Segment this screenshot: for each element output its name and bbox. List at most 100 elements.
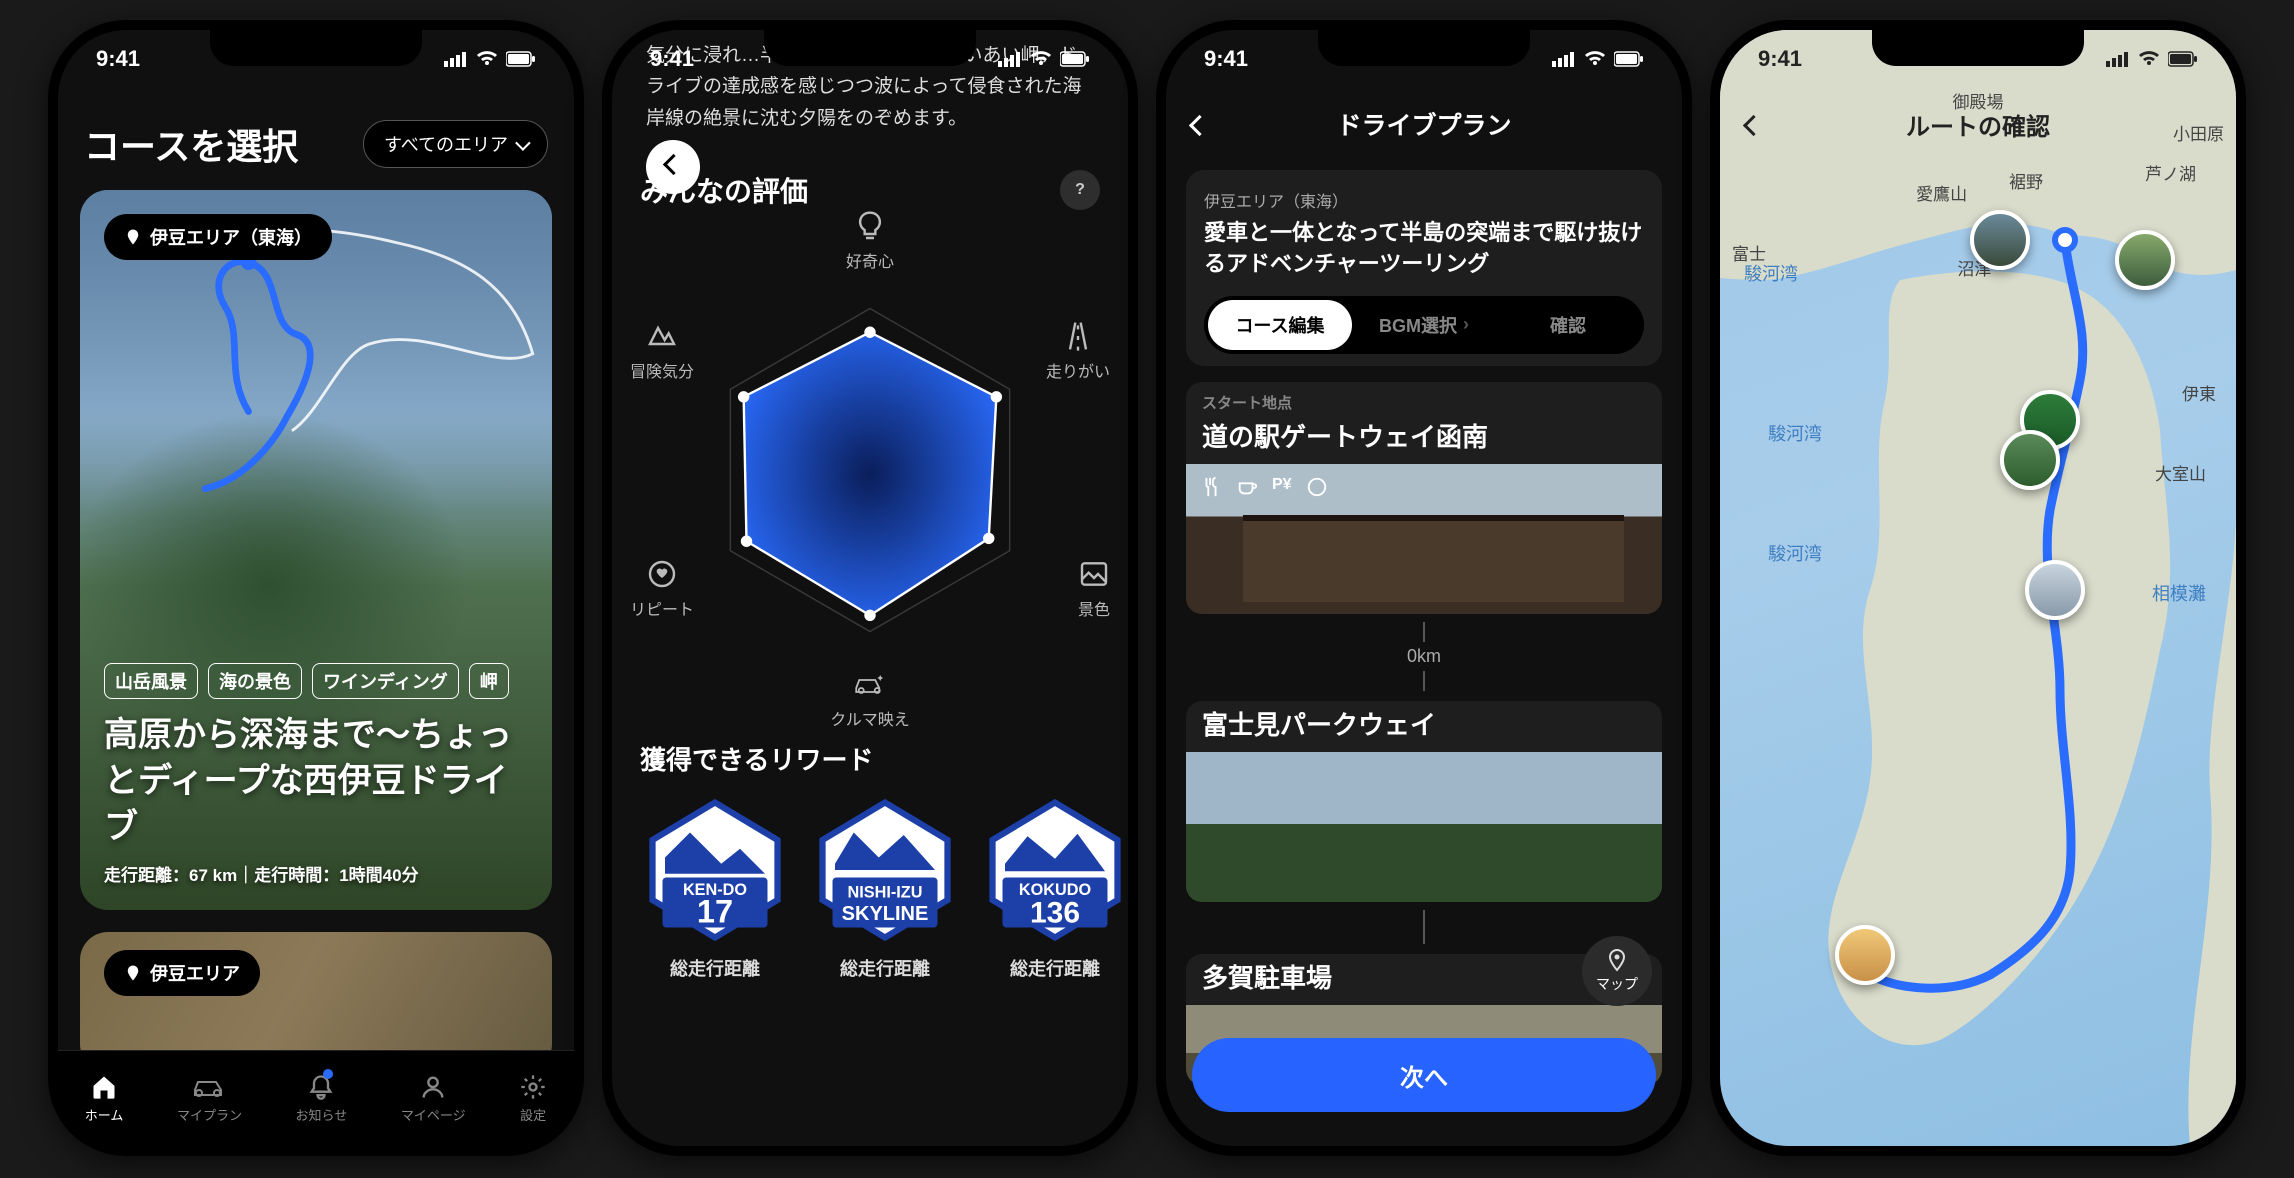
repeat-heart-icon [646, 558, 678, 590]
back-button[interactable] [646, 140, 700, 194]
battery-icon [2168, 51, 2198, 67]
waypoint[interactable]: 富士見パークウェイ [1186, 701, 1662, 902]
battery-icon [506, 51, 536, 67]
route-polyline [1720, 30, 2236, 1146]
reward-badges: KEN-DO 17 総走行距離 NISHI-IZU SKYLINE 総走行距離 [640, 795, 1100, 981]
plan-area: 伊豆エリア（東海） [1204, 188, 1644, 212]
reward-badge[interactable]: KEN-DO 17 総走行距離 [640, 795, 790, 981]
course-card[interactable]: 伊豆エリア（東海） 山岳風景 海の景色 ワインディング 岬 高原から深海まで～ち… [80, 190, 552, 910]
help-button[interactable]: ? [1060, 170, 1100, 210]
phone-route-map: 9:41 御殿場 小田原 裾野 芦ノ湖 愛鷹山 [1710, 20, 2246, 1156]
route-pin[interactable] [2115, 230, 2175, 290]
status-time: 9:41 [1758, 46, 1802, 72]
tab-label: マイプラン [177, 1105, 242, 1124]
back-button[interactable] [1192, 108, 1207, 140]
user-icon [419, 1073, 447, 1101]
map-button[interactable]: マップ [1582, 936, 1652, 1006]
svg-text:SKYLINE: SKYLINE [842, 903, 929, 925]
parking-icon: P¥ [1272, 476, 1292, 498]
car-sparkle-icon [852, 668, 888, 700]
wifi-icon [1030, 51, 1052, 67]
page-title: コースを選択 [84, 118, 298, 170]
signal-icon [444, 51, 468, 67]
status-icons [444, 51, 536, 67]
course-title: 高原から深海まで～ちょっとディープな西伊豆ドライブ [104, 713, 528, 851]
tab-bar: ホーム マイプラン お知らせ マイページ 設定 [58, 1050, 574, 1146]
status-icons [1552, 51, 1644, 67]
waypoint-image: P¥ [1186, 464, 1662, 614]
home-icon [89, 1073, 119, 1101]
notch [1318, 30, 1530, 66]
gear-icon [519, 1073, 547, 1101]
course-stats: 走行距離：67 km｜走行時間：1時間40分 [104, 861, 528, 886]
pin-icon [124, 228, 142, 246]
radar-chart: 好奇心 走りがい 景色 クルマ映え リピート [640, 210, 1100, 730]
reward-badge[interactable]: KOKUDO 136 総走行距離 [980, 795, 1130, 981]
area-filter-button[interactable]: すべてのエリア [363, 120, 548, 168]
badge-icon: KEN-DO 17 [640, 795, 790, 945]
notch [210, 30, 422, 66]
tab-home[interactable]: ホーム [85, 1073, 124, 1124]
chevron-left-icon [666, 157, 681, 177]
radar-axis-adventure: 冒険気分 [630, 320, 694, 382]
waypoint-title: 道の駅ゲートウェイ函南 [1186, 413, 1662, 464]
back-button[interactable] [1746, 107, 1761, 141]
amenity-icons: P¥ [1200, 476, 1328, 498]
radar-axis-curiosity: 好奇心 [846, 210, 894, 272]
status-icons [2106, 51, 2198, 67]
plan-title: 愛車と一体となって半島の突端まで駆け抜けるアドベンチャーツーリング [1204, 218, 1644, 280]
radar-axis-repeat: リピート [630, 558, 694, 620]
badge-caption: 総走行距離 [670, 955, 760, 981]
status-time: 9:41 [1204, 46, 1248, 72]
svg-text:17: 17 [697, 894, 733, 930]
next-button[interactable]: 次へ [1192, 1038, 1656, 1112]
area-filter-label: すべてのエリア [384, 131, 508, 157]
waypoint-list[interactable]: スタート地点 道の駅ゲートウェイ函南 P¥ 0km [1166, 366, 1682, 1146]
seg-bgm[interactable]: BGM選択› [1352, 300, 1496, 350]
step-segment: コース編集 BGM選択› 確認 [1204, 296, 1644, 354]
tab-myplan[interactable]: マイプラン [177, 1073, 242, 1124]
route-pin[interactable] [1835, 925, 1895, 985]
area-pill: 伊豆エリア（東海） [104, 214, 332, 260]
area-pill-label: 伊豆エリア（東海） [150, 224, 312, 250]
next-button-label: 次へ [1400, 1058, 1448, 1093]
waypoint-image [1186, 752, 1662, 902]
battery-icon [1060, 51, 1090, 67]
wifi-icon [2138, 51, 2160, 67]
status-icons [998, 51, 1090, 67]
badge-icon: KOKUDO 136 [980, 795, 1130, 945]
info-icon [1306, 476, 1328, 498]
road-icon [1062, 320, 1094, 352]
signal-icon [998, 51, 1022, 67]
reward-badge[interactable]: NISHI-IZU SKYLINE 総走行距離 [810, 795, 960, 981]
notch [1872, 30, 2084, 66]
tab-label: ホーム [85, 1105, 124, 1124]
radar-axis-driving: 走りがい [1046, 320, 1110, 382]
cafe-icon [1236, 476, 1258, 498]
route-pin[interactable] [1970, 210, 2030, 270]
phone-rating: 9:41 気分に浸れ…半島の…端"奥石廊"のあいあい岬。ドライブの達成感を感じつ… [602, 20, 1138, 1156]
page-title: ルートの確認 [1906, 107, 2050, 142]
map-canvas[interactable]: 御殿場 小田原 裾野 芦ノ湖 愛鷹山 富士 沼津 伊東 大室山 駿河湾 駿河湾 … [1720, 30, 2236, 1146]
battery-icon [1614, 51, 1644, 67]
car-icon [190, 1073, 228, 1101]
map-header: ルートの確認 [1720, 88, 2236, 160]
tab-settings[interactable]: 設定 [519, 1073, 547, 1124]
route-pin[interactable] [2000, 430, 2060, 490]
screen-body: ドライブプラン 伊豆エリア（東海） 愛車と一体となって半島の突端まで駆け抜けるア… [1166, 30, 1682, 1146]
seg-course-edit[interactable]: コース編集 [1208, 300, 1352, 350]
lightbulb-icon [854, 210, 886, 242]
area-pill-label: 伊豆エリア [150, 960, 240, 986]
waypoint-start[interactable]: スタート地点 道の駅ゲートウェイ函南 P¥ [1186, 382, 1662, 614]
plan-header-panel: 伊豆エリア（東海） 愛車と一体となって半島の突端まで駆け抜けるアドベンチャーツー… [1186, 170, 1662, 366]
map-button-label: マップ [1596, 974, 1638, 994]
radar-axis-scenery: 景色 [1078, 558, 1110, 620]
tab-mypage[interactable]: マイページ [401, 1073, 466, 1124]
route-pin[interactable] [2025, 560, 2085, 620]
page-title: ドライブプラン [1336, 106, 1511, 142]
tab-news[interactable]: お知らせ [296, 1073, 348, 1124]
notch [764, 30, 976, 66]
image-icon [1078, 558, 1110, 590]
seg-confirm[interactable]: 確認 [1496, 300, 1640, 350]
signal-icon [1552, 51, 1576, 67]
